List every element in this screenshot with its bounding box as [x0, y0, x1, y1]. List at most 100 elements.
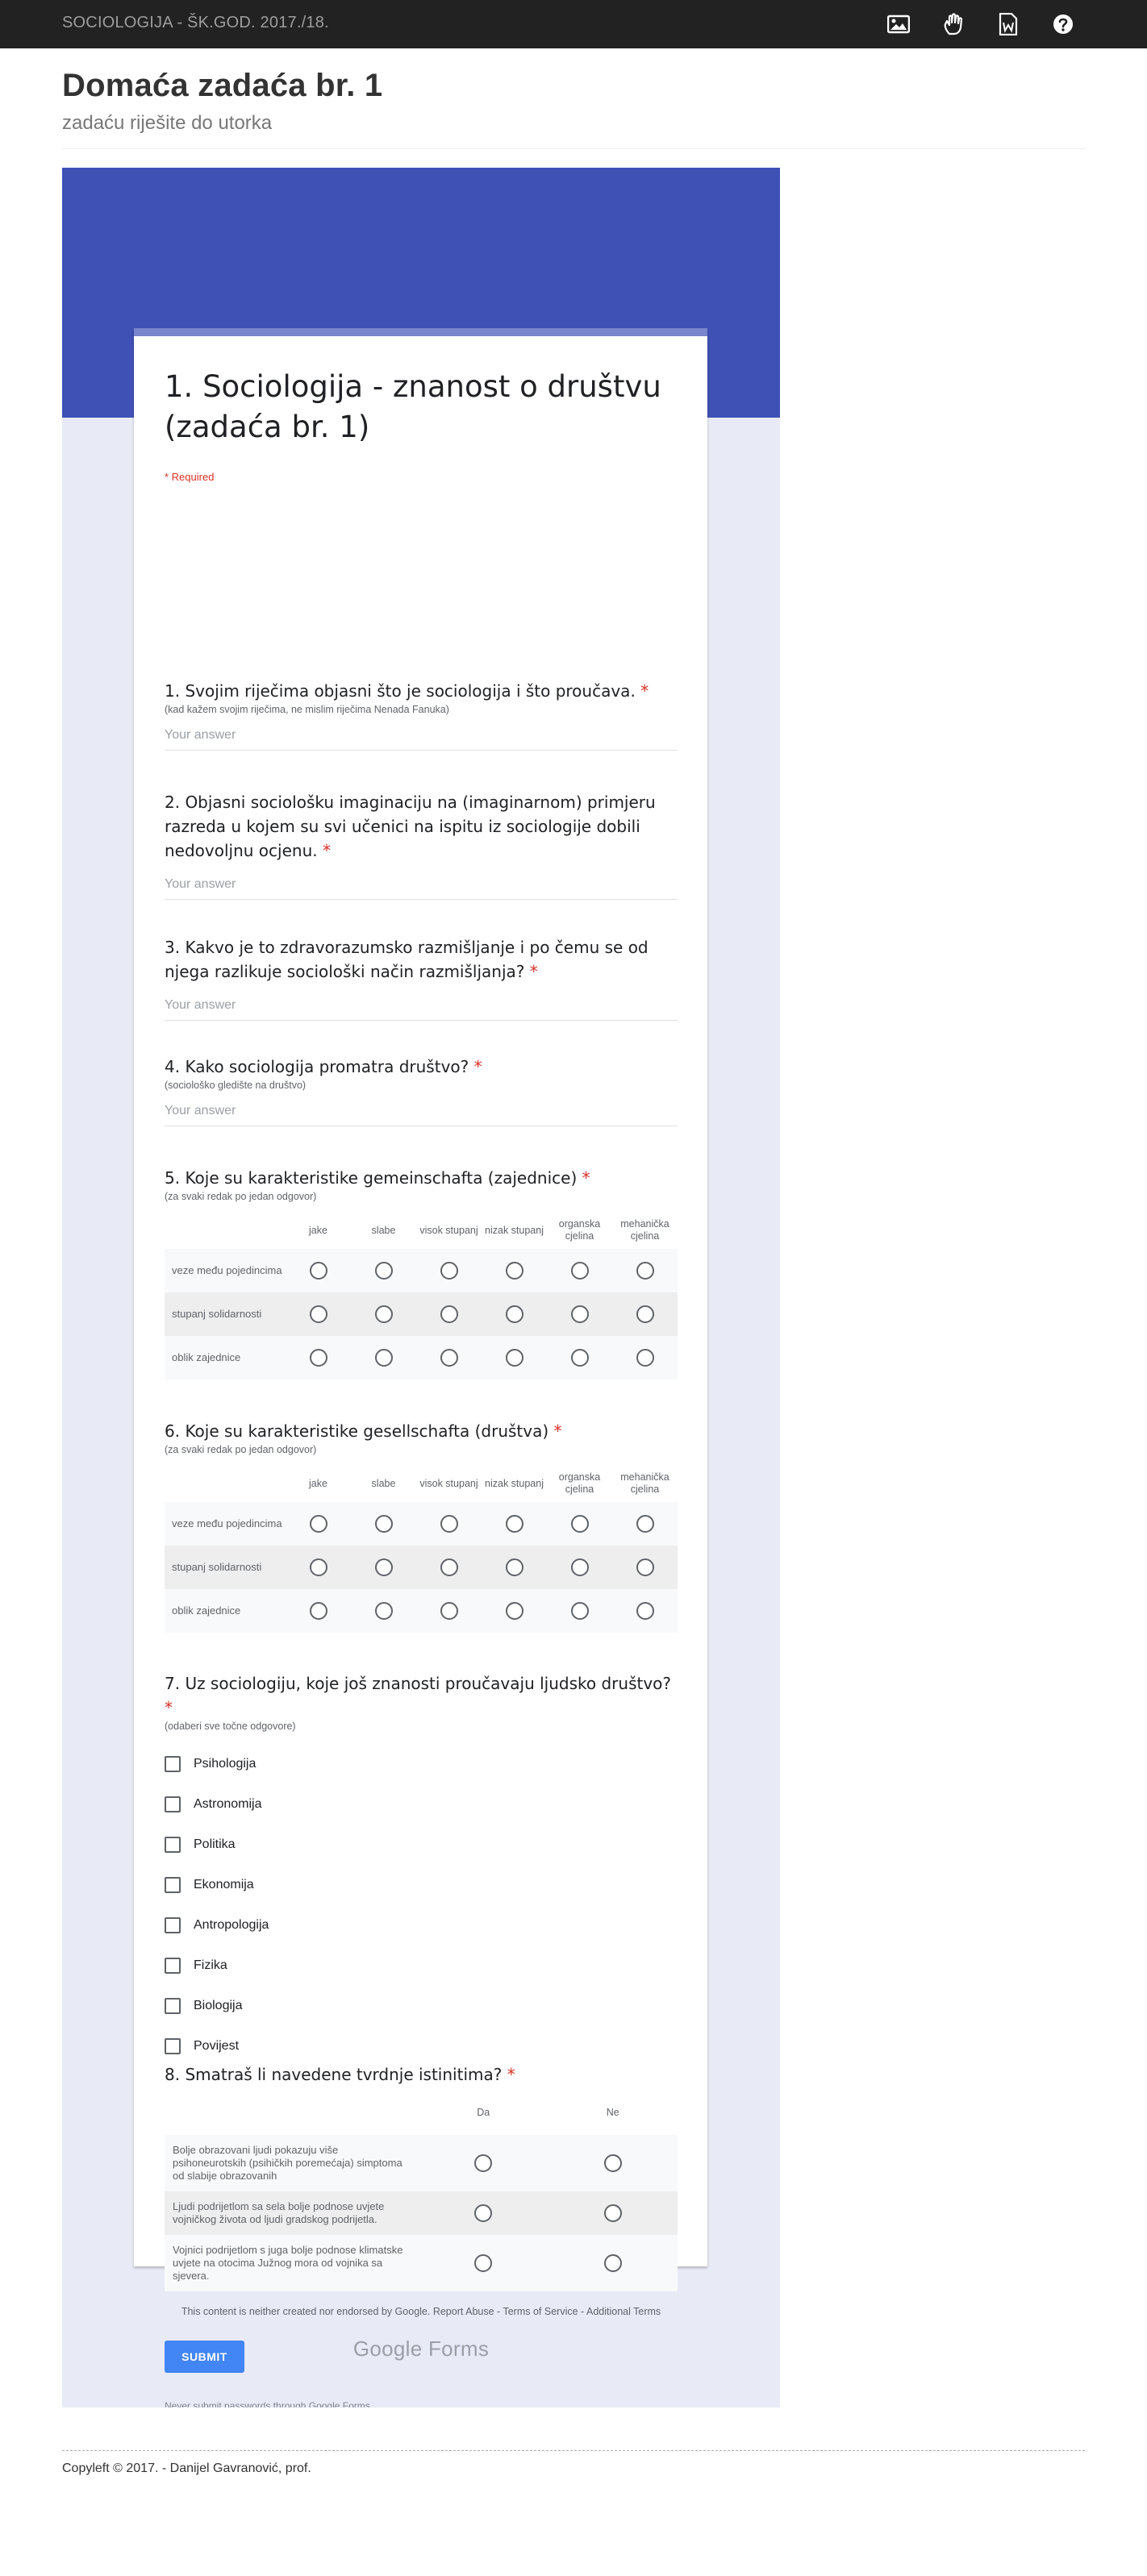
page-title: Domaća zadaća br. 1 [62, 68, 383, 103]
required-note: * Required [165, 471, 215, 483]
image-icon[interactable] [886, 11, 911, 37]
radio-button[interactable] [570, 1262, 589, 1280]
checkbox-option[interactable]: Antropologija [165, 1905, 678, 1946]
checkbox-option[interactable]: Biologija [165, 1986, 678, 2026]
navbar-brand[interactable]: SOCIOLOGIJA - ŠK.GOD. 2017./18. [62, 14, 329, 32]
radio-button[interactable] [474, 2254, 493, 2272]
checkbox[interactable] [165, 1998, 181, 2014]
grid-header: jake slabe visok stupanj nizak stupanj o… [165, 1465, 678, 1502]
grid-row: Ljudi podrijetlom sa sela bolje podnose … [165, 2191, 678, 2235]
radio-button[interactable] [374, 1559, 393, 1576]
help-icon[interactable] [1050, 11, 1076, 37]
checkbox-option[interactable]: Psihologija [165, 1744, 678, 1784]
radio-button[interactable] [440, 1559, 458, 1576]
radio-button[interactable] [309, 1559, 327, 1576]
radio-button[interactable] [505, 1515, 523, 1533]
radio-button[interactable] [570, 1515, 589, 1533]
radio-button[interactable] [636, 1559, 654, 1576]
grid-header: Da Ne [165, 2090, 678, 2135]
radio-button[interactable] [636, 1515, 654, 1533]
radio-button[interactable] [309, 1262, 327, 1280]
checkbox[interactable] [165, 2038, 181, 2054]
radio-button[interactable] [570, 1602, 589, 1620]
hand-icon[interactable] [941, 11, 966, 37]
radio-button[interactable] [440, 1602, 458, 1620]
question-5: 5. Koje su karakteristike gemeinschafta … [165, 1166, 678, 1380]
disclaimer-text: This content is neither created nor endo… [181, 2306, 431, 2317]
radio-button[interactable] [636, 1602, 654, 1620]
page-header: Domaća zadaća br. 1 zadaću riješite do u… [62, 68, 1085, 149]
answer-input[interactable]: Your answer [165, 728, 678, 751]
choice-grid: jake slabe visok stupanj nizak stupanj o… [165, 1212, 678, 1380]
radio-button[interactable] [309, 1602, 327, 1620]
radio-button[interactable] [505, 1602, 523, 1620]
terms-of-service-link[interactable]: Terms of Service [503, 2306, 578, 2317]
report-abuse-link[interactable]: Report Abuse [433, 2306, 494, 2317]
radio-button[interactable] [505, 1262, 523, 1280]
checkbox[interactable] [165, 1756, 181, 1772]
radio-button[interactable] [309, 1515, 327, 1533]
checkbox[interactable] [165, 1877, 181, 1893]
radio-button[interactable] [570, 1305, 589, 1323]
grid-column-label: slabe [371, 1477, 396, 1489]
grid-header: jake slabe visok stupanj nizak stupanj o… [165, 1212, 678, 1249]
checkbox-label: Povijest [194, 2039, 240, 2053]
grid-column-label: jake [309, 1477, 327, 1489]
checkbox-option[interactable]: Fizika [165, 1946, 678, 1986]
google-forms-logo[interactable]: Google Forms [62, 2337, 780, 2362]
radio-button[interactable] [603, 2204, 622, 2222]
grid-row-label: stupanj solidarnosti [172, 1561, 262, 1573]
radio-button[interactable] [636, 1349, 654, 1367]
checkbox-option[interactable]: Povijest [165, 2026, 678, 2066]
checkbox[interactable] [165, 1796, 181, 1812]
radio-button[interactable] [440, 1515, 458, 1533]
answer-input[interactable]: Your answer [165, 877, 678, 900]
radio-button[interactable] [636, 1262, 654, 1280]
checkbox[interactable] [165, 1958, 181, 1974]
additional-terms-link[interactable]: Additional Terms [586, 2306, 661, 2317]
question-title: 4. Kako sociologija promatra društvo? * [165, 1057, 482, 1076]
radio-button[interactable] [374, 1349, 393, 1367]
grid-column-label: slabe [371, 1224, 396, 1236]
radio-button[interactable] [440, 1349, 458, 1367]
grid-row: stupanj solidarnosti [165, 1546, 678, 1589]
grid-row-label: oblik zajednice [172, 1351, 241, 1363]
radio-button[interactable] [374, 1602, 393, 1620]
question-title: 2. Objasni sociološku imaginaciju na (im… [165, 793, 656, 860]
grid-row-label: Ljudi podrijetlom sa sela bolje podnose … [173, 2200, 385, 2225]
grid-column-label: jake [309, 1224, 327, 1236]
radio-button[interactable] [570, 1559, 589, 1576]
checkbox-option[interactable]: Ekonomija [165, 1865, 678, 1905]
radio-button[interactable] [374, 1262, 393, 1280]
checkbox[interactable] [165, 1917, 181, 1933]
grid-row: stupanj solidarnosti [165, 1292, 678, 1336]
radio-button[interactable] [374, 1515, 393, 1533]
radio-button[interactable] [440, 1262, 458, 1280]
radio-button[interactable] [474, 2204, 493, 2222]
top-navbar: SOCIOLOGIJA - ŠK.GOD. 2017./18. [0, 0, 1147, 48]
checkbox-option[interactable]: Astronomija [165, 1784, 678, 1825]
word-document-icon[interactable] [995, 11, 1021, 37]
radio-button[interactable] [309, 1305, 327, 1323]
radio-button[interactable] [636, 1305, 654, 1323]
footer-divider [62, 2450, 1085, 2451]
radio-button[interactable] [505, 1305, 523, 1323]
question-help: (za svaki redak po jedan odgovor) [165, 1444, 317, 1455]
radio-button[interactable] [505, 1349, 523, 1367]
grid-row-label: Vojnici podrijetlom s juga bolje podnose… [173, 2244, 403, 2282]
radio-button[interactable] [603, 2254, 622, 2272]
answer-input[interactable]: Your answer [165, 998, 678, 1021]
checkbox[interactable] [165, 1837, 181, 1853]
question-title: 1. Svojim riječima objasni što je sociol… [165, 681, 649, 701]
radio-button[interactable] [474, 2154, 493, 2172]
radio-button[interactable] [309, 1349, 327, 1367]
radio-button[interactable] [440, 1305, 458, 1323]
checkbox-option[interactable]: Politika [165, 1825, 678, 1865]
grid-row-label: veze među pojedincima [172, 1517, 282, 1529]
answer-input[interactable]: Your answer [165, 1104, 678, 1126]
radio-button[interactable] [603, 2154, 622, 2172]
radio-button[interactable] [505, 1559, 523, 1576]
radio-button[interactable] [374, 1305, 393, 1323]
radio-button[interactable] [570, 1349, 589, 1367]
question-help: (za svaki redak po jedan odgovor) [165, 1191, 317, 1202]
